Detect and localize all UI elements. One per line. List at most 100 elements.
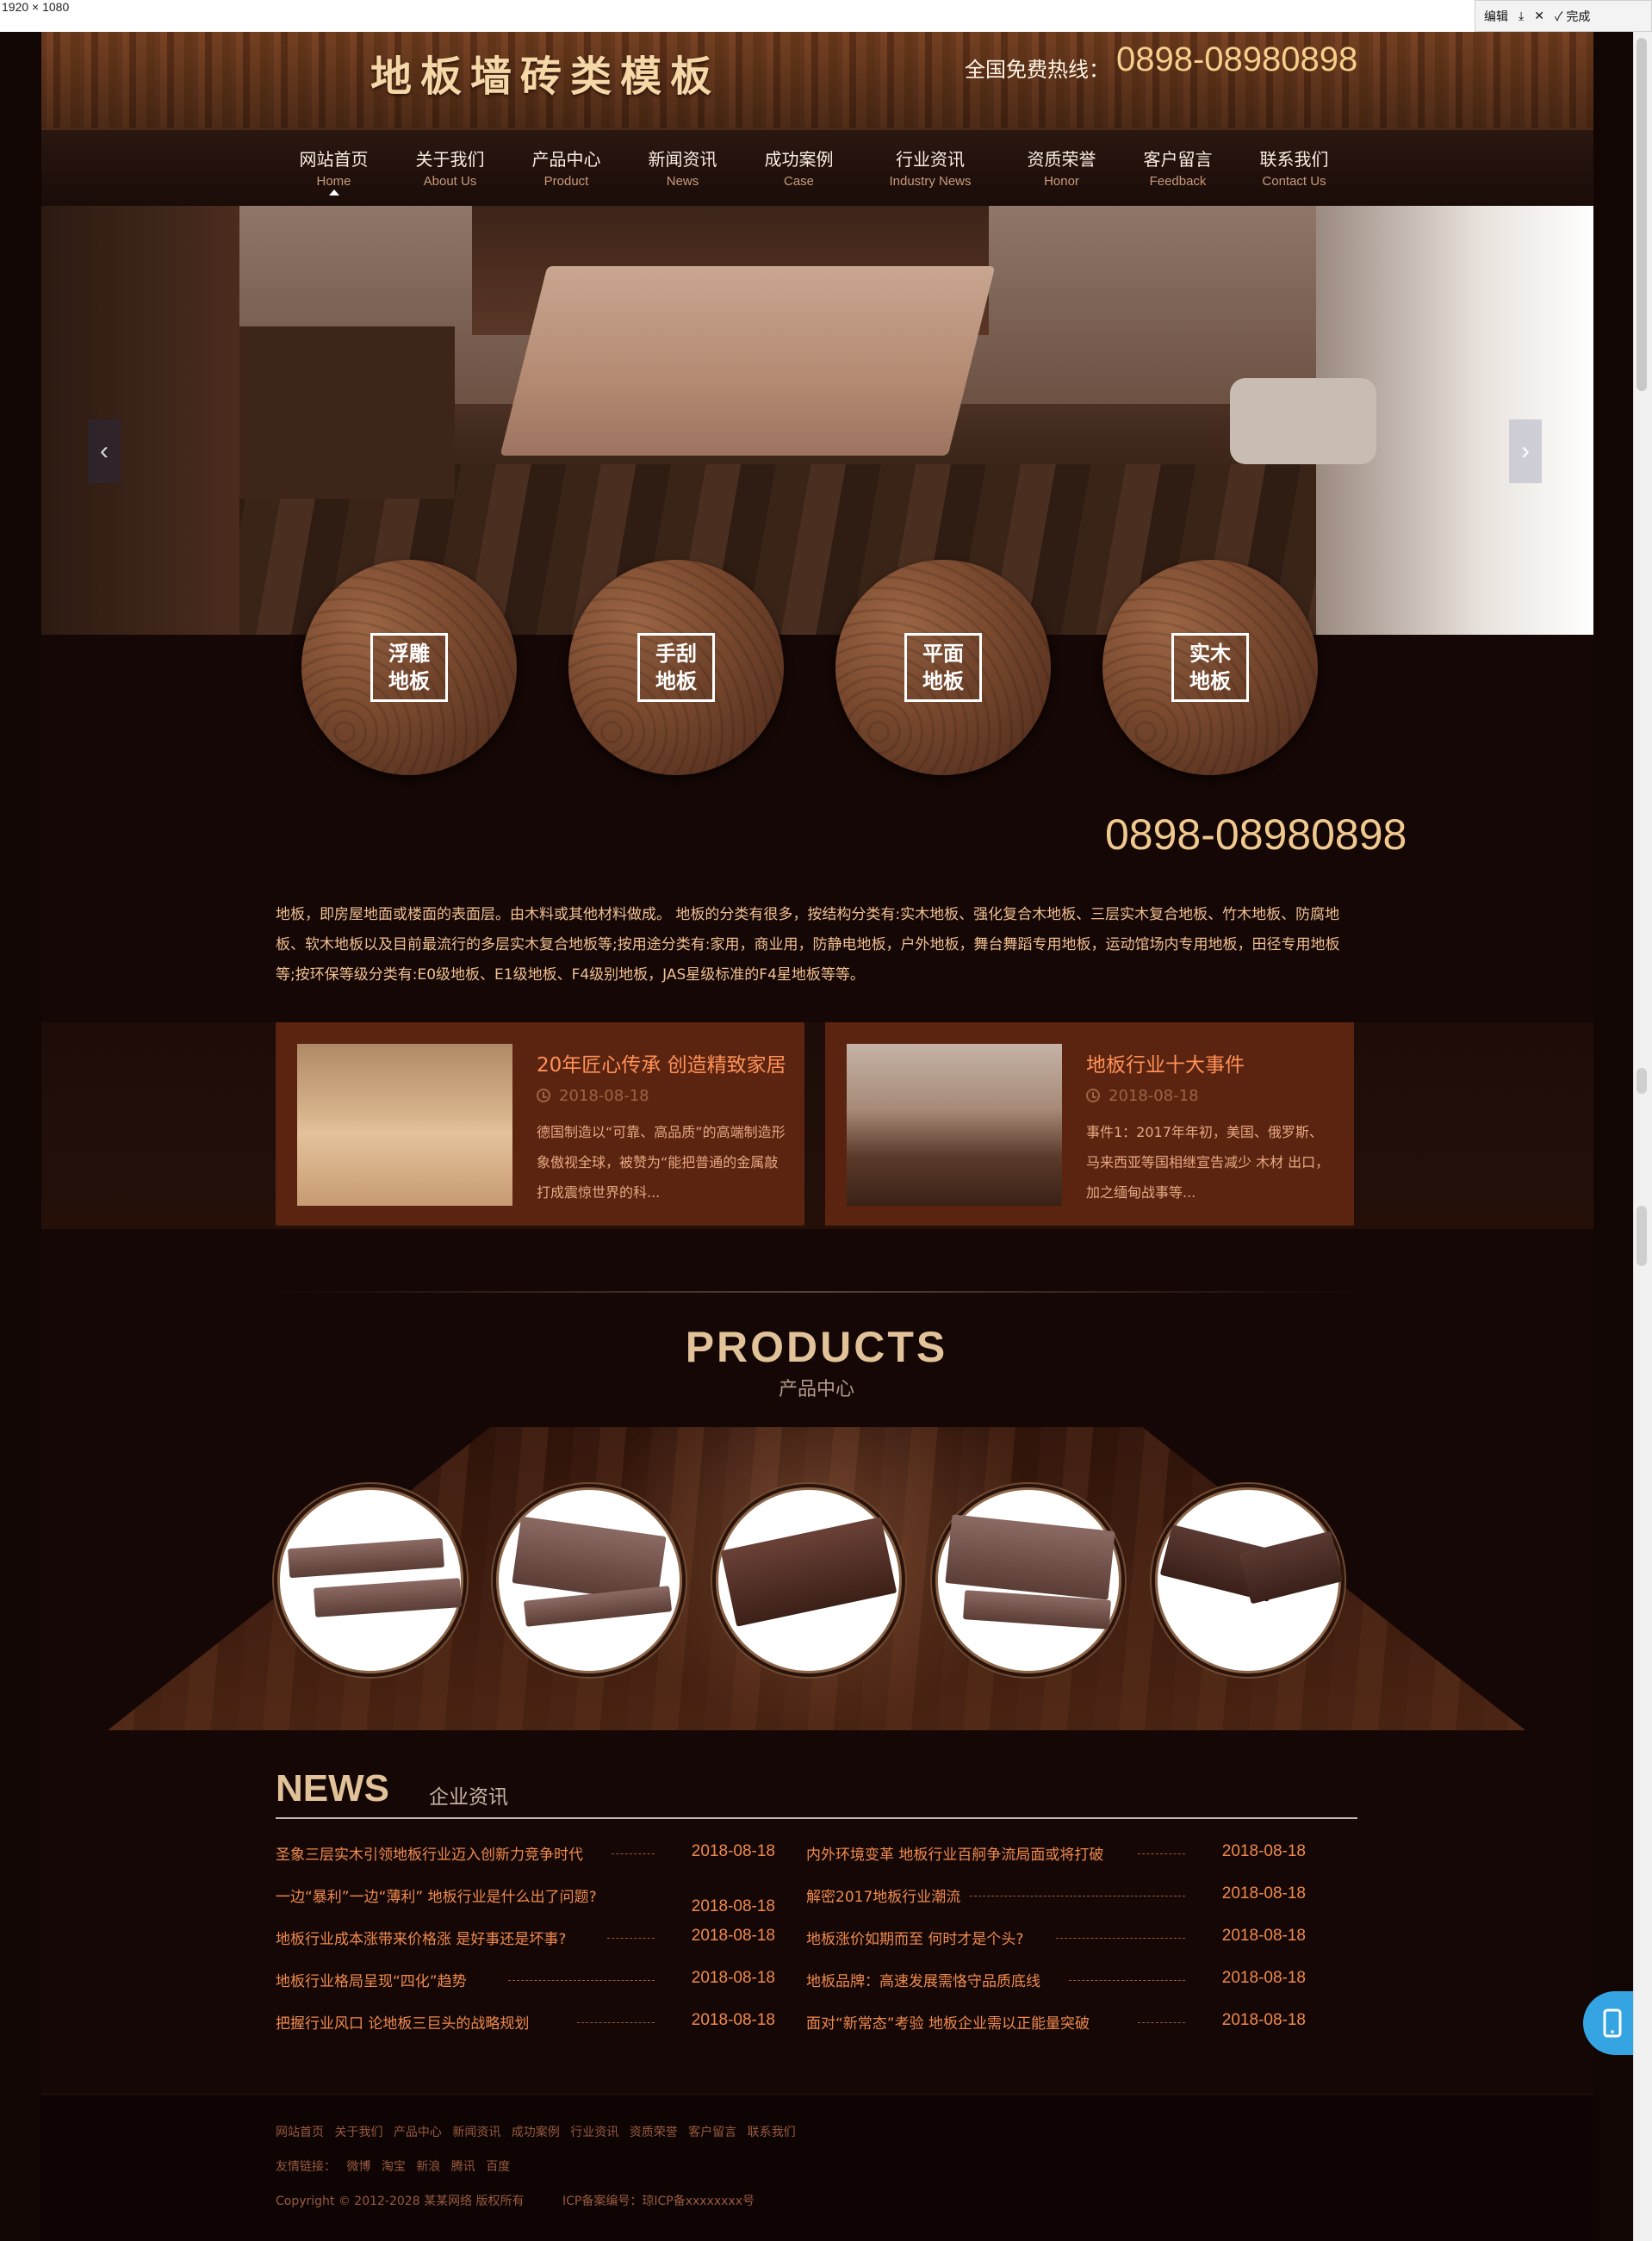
nav-sublabel: Feedback <box>1149 174 1207 189</box>
nav-sublabel: Product <box>543 174 589 189</box>
section-divider <box>276 1291 1357 1293</box>
nav-honor[interactable]: 资质荣誉 Honor <box>1003 130 1120 208</box>
news-dash <box>1138 1853 1185 1854</box>
news-item-title[interactable]: 一边“暴利”一边“薄利” 地板行业是什么出了问题? <box>276 1884 597 1906</box>
news-heading: NEWS <box>276 1767 389 1810</box>
product-item[interactable] <box>1155 1487 1344 1673</box>
nav-sublabel: Industry News <box>889 174 972 189</box>
footer-links[interactable]: 网站首页 关于我们 产品中心 新闻资讯 成功案例 行业资讯 资质荣誉 客户留言 … <box>276 2123 796 2140</box>
news-item-title[interactable]: 面对“新常态”考验 地板企业需以正能量突破 <box>806 2011 1090 2033</box>
news-item-title[interactable]: 解密2017地板行业潮流 <box>806 1884 960 1906</box>
product-plank <box>945 1514 1115 1600</box>
banner-next-arrow-icon[interactable]: › <box>1509 419 1542 483</box>
news-item-date: 2018-08-18 <box>691 2011 775 2029</box>
nav-contact[interactable]: 联系我们 Contact Us <box>1236 130 1352 208</box>
active-nav-caret-icon <box>329 189 339 196</box>
news-dash <box>612 1853 655 1854</box>
nav-home[interactable]: 网站首页 Home <box>276 130 392 208</box>
news-dash <box>508 1980 655 1981</box>
feature-card[interactable]: 20年匠心传承 创造精致家居 2018-08-18 德国制造以“可靠、高品质”的… <box>276 1022 804 1226</box>
banner-prev-arrow-icon[interactable]: ‹ <box>88 419 121 483</box>
product-item[interactable] <box>935 1487 1121 1673</box>
news-item[interactable]: 地板行业格局呈现“四化”趋势 2018-08-18 <box>276 1969 784 1996</box>
category-relief-floor[interactable]: 浮雕 地板 <box>301 560 517 775</box>
news-item[interactable]: 一边“暴利”一边“薄利” 地板行业是什么出了问题? 2018-08-18 <box>276 1884 784 1915</box>
product-item[interactable] <box>716 1487 902 1673</box>
news-item[interactable]: 圣象三层实木引领地板行业迈入创新力竞争时代 2018-08-18 <box>276 1842 784 1870</box>
nav-sublabel: Honor <box>1044 174 1079 189</box>
category-line: 手刮 <box>655 642 697 666</box>
clock-icon <box>537 1089 550 1102</box>
news-item-title[interactable]: 地板涨价如期而至 何时才是个头? <box>806 1927 1023 1948</box>
product-item[interactable] <box>277 1487 463 1673</box>
category-line: 地板 <box>655 669 697 693</box>
news-item-date: 2018-08-18 <box>1221 1884 1306 1903</box>
nav-label: 成功案例 <box>764 149 834 170</box>
category-line: 浮雕 <box>388 642 430 666</box>
news-item-title[interactable]: 地板行业格局呈现“四化”趋势 <box>276 1969 467 1990</box>
news-item[interactable]: 地板品牌：高速发展需恪守品质底线 2018-08-18 <box>806 1969 1314 1996</box>
news-item-title[interactable]: 内外环境变革 地板行业百舸争流局面或将打破 <box>806 1842 1103 1864</box>
news-item-date: 2018-08-18 <box>1221 1842 1306 1860</box>
category-label: 浮雕 地板 <box>370 633 448 702</box>
banner-armchair <box>1230 378 1376 464</box>
feature-thumbnail[interactable] <box>297 1044 512 1206</box>
banner-stool <box>239 326 455 499</box>
scrollbar-thumb[interactable] <box>1636 38 1647 391</box>
site-footer <box>41 2093 1593 2241</box>
nav-sublabel: Contact Us <box>1262 174 1326 189</box>
news-item[interactable]: 把握行业风口 论地板三巨头的战略规划 2018-08-18 <box>276 2011 784 2039</box>
feature-title[interactable]: 20年匠心传承 创造精致家居 <box>537 1048 786 1077</box>
nav-label: 行业资讯 <box>896 149 965 170</box>
nav-about[interactable]: 关于我们 About Us <box>392 130 508 208</box>
news-item-title[interactable]: 地板行业成本涨带来价格涨 是好事还是坏事? <box>276 1927 566 1948</box>
feature-thumbnail[interactable] <box>847 1044 1062 1206</box>
nav-sublabel: News <box>666 174 699 189</box>
nav-sublabel: Home <box>316 174 351 189</box>
nav-news[interactable]: 新闻资讯 News <box>624 130 741 208</box>
nav-product[interactable]: 产品中心 Product <box>508 130 624 208</box>
news-dash <box>1056 1938 1185 1939</box>
edit-button[interactable]: 编辑 <box>1484 8 1508 25</box>
banner-bed <box>500 266 996 456</box>
footer-friend-links[interactable]: 友情链接： 微博 淘宝 新浪 腾讯 百度 <box>276 2157 510 2175</box>
web-page: 地板墙砖类模板 全国免费热线： 0898-08980898 网站首页 Home 关… <box>0 32 1633 2241</box>
news-dash <box>607 1938 655 1939</box>
category-solidwood-floor[interactable]: 实木 地板 <box>1102 560 1318 775</box>
news-item[interactable]: 解密2017地板行业潮流 2018-08-18 <box>806 1884 1314 1912</box>
dimension-label: 1920 × 1080 <box>2 0 70 14</box>
nav-label: 关于我们 <box>415 149 485 170</box>
scrollbar-marker <box>1636 1206 1647 1266</box>
nav-feedback[interactable]: 客户留言 Feedback <box>1120 130 1236 208</box>
feature-title[interactable]: 地板行业十大事件 <box>1086 1048 1245 1077</box>
news-item[interactable]: 地板行业成本涨带来价格涨 是好事还是坏事? 2018-08-18 <box>276 1927 784 1954</box>
main-nav: 网站首页 Home 关于我们 About Us 产品中心 Product 新闻资讯 Ne… <box>41 128 1593 206</box>
feature-card[interactable]: 地板行业十大事件 2018-08-18 事件1：2017年年初，美国、俄罗斯、马… <box>825 1022 1354 1226</box>
news-item[interactable]: 面对“新常态”考验 地板企业需以正能量突破 2018-08-18 <box>806 2011 1314 2039</box>
site-header <box>41 32 1593 128</box>
contact-phone: 0898-08980898 <box>1105 810 1407 859</box>
news-item[interactable]: 地板涨价如期而至 何时才是个头? 2018-08-18 <box>806 1927 1314 1954</box>
news-item[interactable]: 内外环境变革 地板行业百舸争流局面或将打破 2018-08-18 <box>806 1842 1314 1870</box>
news-item-title[interactable]: 地板品牌：高速发展需恪守品质底线 <box>806 1969 1040 1990</box>
category-flat-floor[interactable]: 平面 地板 <box>835 560 1051 775</box>
category-handscraped-floor[interactable]: 手刮 地板 <box>568 560 784 775</box>
done-button[interactable]: ✓ 完成 <box>1555 8 1590 25</box>
download-icon[interactable]: ⤓ <box>1518 9 1524 23</box>
category-line: 实木 <box>1189 642 1231 666</box>
products-subheading: 产品中心 <box>778 1379 854 1400</box>
nav-industry-news[interactable]: 行业资讯 Industry News <box>857 130 1003 208</box>
news-dash <box>577 2022 655 2023</box>
news-item-date: 2018-08-18 <box>691 1897 775 1915</box>
site-logo[interactable]: 地板墙砖类模板 <box>370 42 720 102</box>
category-label: 实木 地板 <box>1171 633 1249 702</box>
close-icon[interactable]: ✕ <box>1534 9 1544 23</box>
category-label: 手刮 地板 <box>637 633 715 702</box>
news-item-date: 2018-08-18 <box>1221 2011 1306 2029</box>
product-item[interactable] <box>496 1487 682 1673</box>
news-item-title[interactable]: 圣象三层实木引领地板行业迈入创新力竞争时代 <box>276 1842 583 1864</box>
nav-case[interactable]: 成功案例 Case <box>741 130 857 208</box>
news-item-title[interactable]: 把握行业风口 论地板三巨头的战略规划 <box>276 2011 529 2033</box>
feature-description: 事件1：2017年年初，美国、俄罗斯、马来西亚等国相继宣告减少 木材 出口，加之… <box>1086 1124 1330 1201</box>
nav-sublabel: About Us <box>423 174 477 189</box>
